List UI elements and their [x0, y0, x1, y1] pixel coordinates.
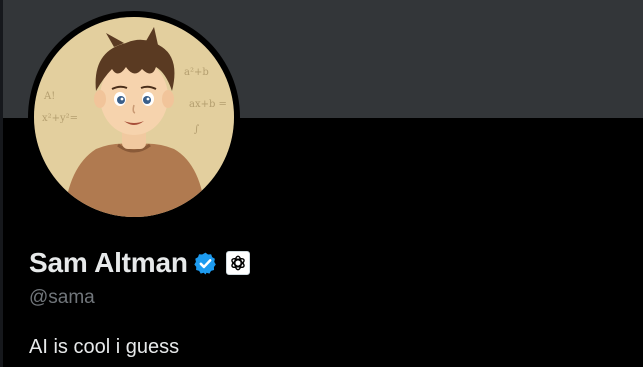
profile-header: A! a²+b ax+b = x²+y²= ∫ Sam Altman @sama… [0, 0, 643, 367]
avatar[interactable]: A! a²+b ax+b = x²+y²= ∫ [34, 17, 234, 217]
verified-badge-icon[interactable] [193, 251, 218, 276]
chalk-note: a²+b [184, 67, 209, 78]
chalk-note: x²+y²= [42, 113, 78, 124]
avatar-illustration: A! a²+b ax+b = x²+y²= ∫ [34, 17, 234, 217]
name-row: Sam Altman [29, 245, 250, 281]
profile-bio: AI is cool i guess [29, 336, 180, 358]
chalk-note: ax+b = [189, 99, 227, 110]
chalk-note: ∫ [194, 124, 199, 135]
display-name: Sam Altman [29, 247, 188, 278]
user-handle: @sama [29, 287, 95, 308]
openai-logo-icon[interactable] [225, 251, 250, 275]
chalk-note: A! [43, 91, 55, 102]
